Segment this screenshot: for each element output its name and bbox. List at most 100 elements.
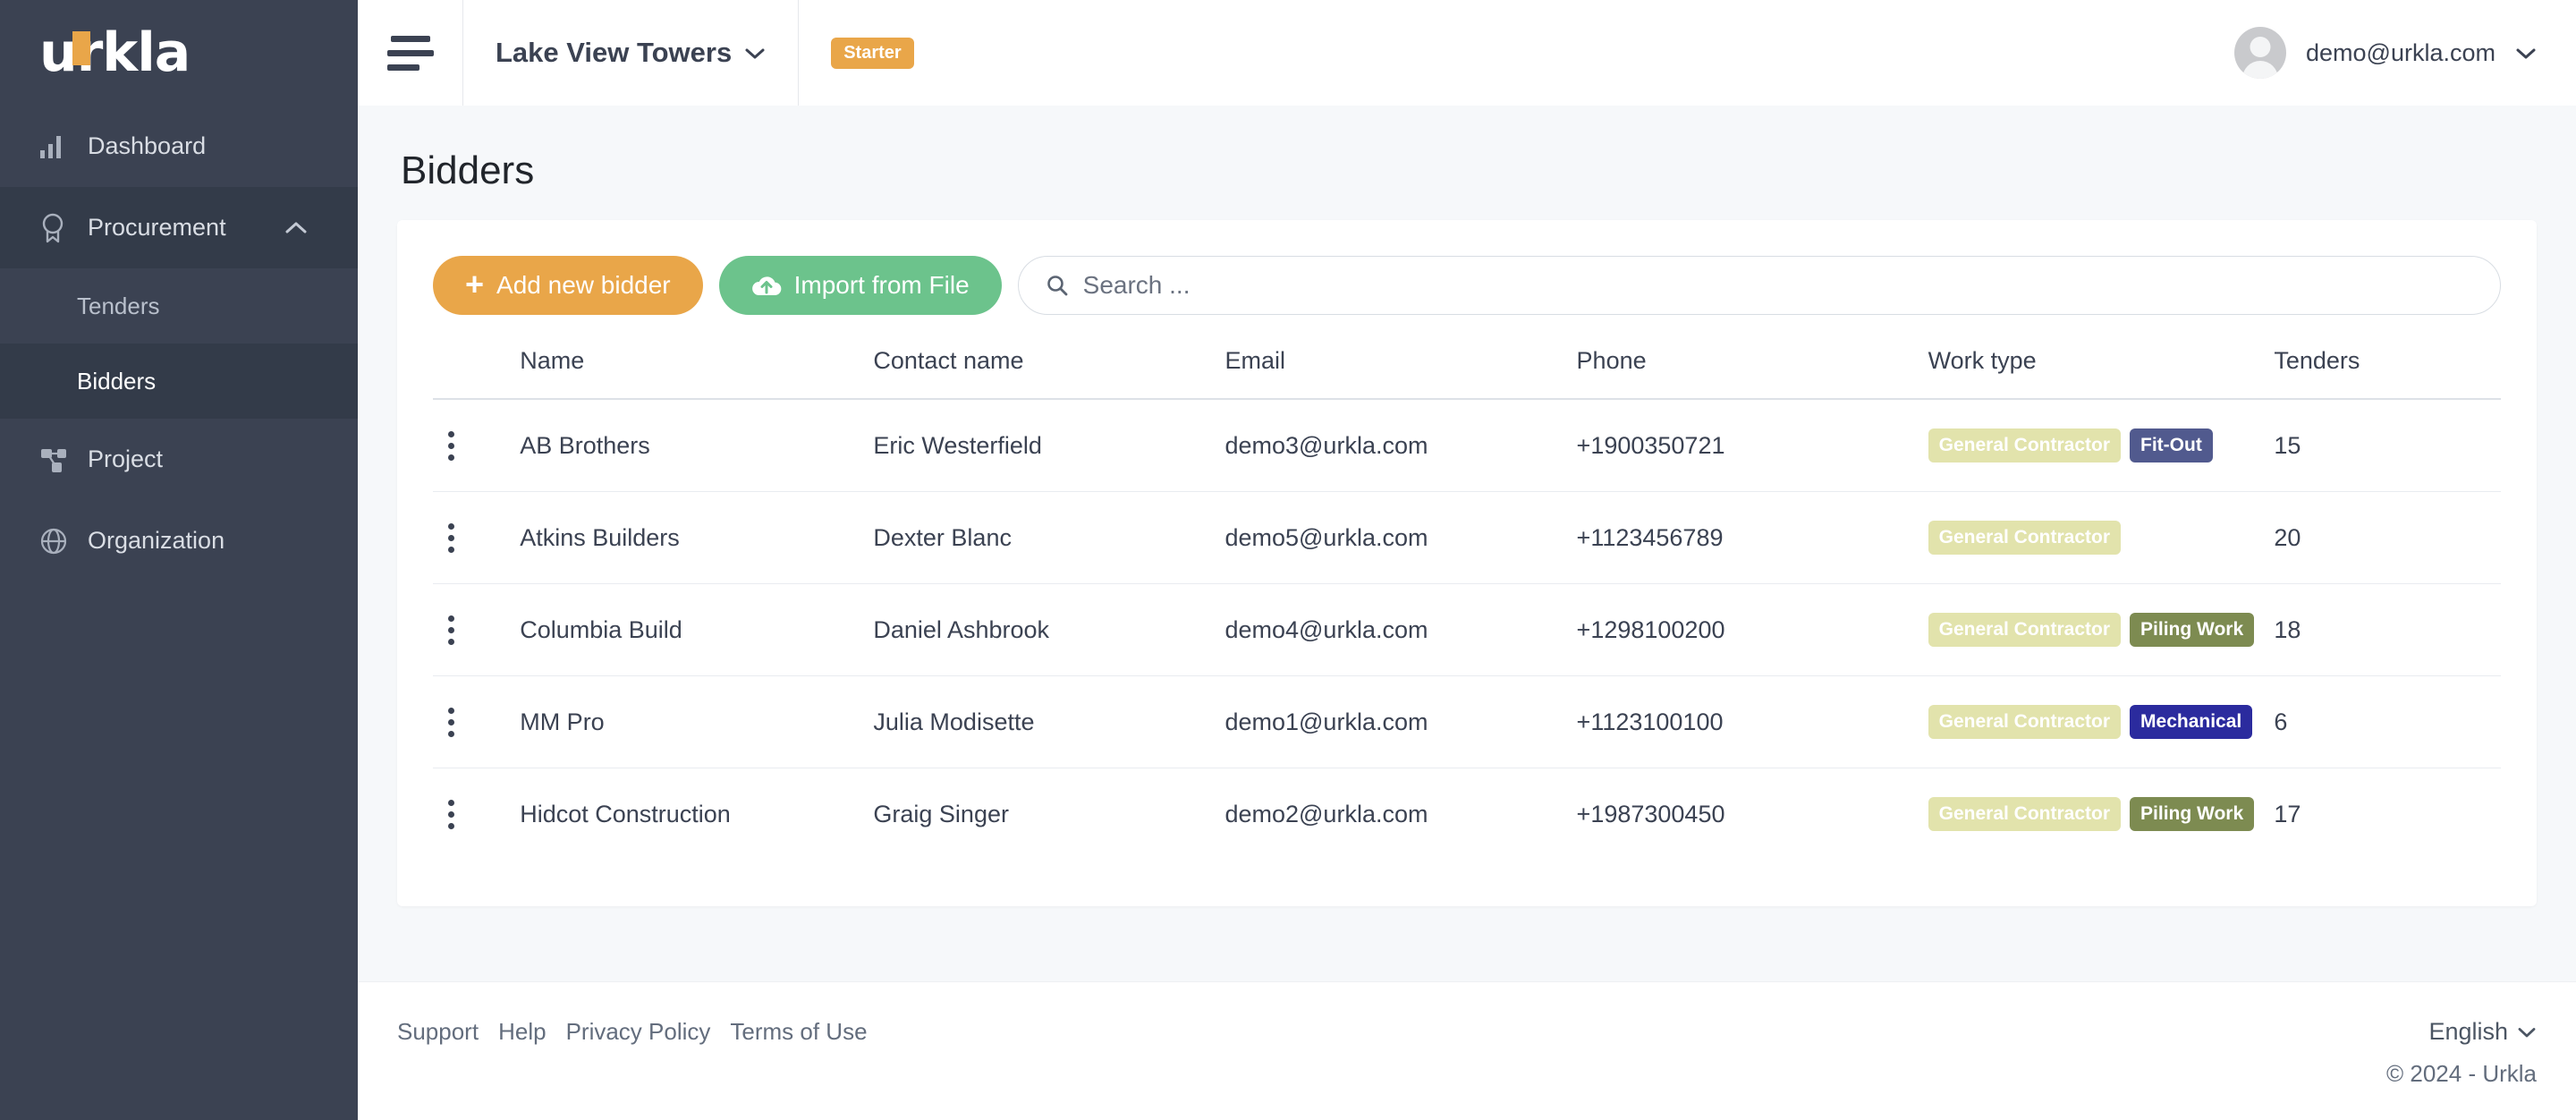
topbar: Lake View Towers Starter demo@urkla.com <box>358 0 2576 106</box>
work-type-tag-list: General Contractor Piling Work <box>1928 613 2275 647</box>
row-phone-cell: +1298100200 <box>1576 583 1928 676</box>
brand-logo-accent-icon <box>72 31 90 65</box>
add-new-bidder-button[interactable]: + Add new bidder <box>433 256 703 315</box>
sitemap-icon <box>39 446 77 473</box>
row-phone-cell: +1900350721 <box>1576 399 1928 492</box>
work-type-tag: Mechanical <box>2130 705 2253 739</box>
import-from-file-button[interactable]: Import from File <box>718 256 1002 315</box>
add-new-bidder-label: Add new bidder <box>496 271 671 299</box>
row-tenders-cell: 18 <box>2274 583 2501 676</box>
table-header-row: Name Contact name Email Phone Work type … <box>433 347 2501 400</box>
work-type-tag: General Contractor <box>1928 428 2122 462</box>
work-type-tag: Piling Work <box>2130 613 2255 647</box>
row-actions-cell <box>433 399 521 492</box>
work-type-tag: General Contractor <box>1928 613 2122 647</box>
footer-right: English © 2024 - Urkla <box>2386 1018 2537 1088</box>
hamburger-icon[interactable] <box>358 0 463 106</box>
work-type-tag: General Contractor <box>1928 521 2122 555</box>
sidebar-item-bidders[interactable]: Bidders <box>0 344 358 419</box>
row-actions-cell <box>433 491 521 584</box>
footer-link[interactable]: Help <box>498 1018 546 1046</box>
brand-logo-text: urkla <box>39 21 191 84</box>
sidebar-subitem-label: Tenders <box>77 292 160 319</box>
kebab-menu-icon[interactable] <box>433 522 469 553</box>
language-selector[interactable]: English <box>2428 1018 2537 1046</box>
user-menu[interactable]: demo@urkla.com <box>2234 0 2537 106</box>
sidebar-item-project[interactable]: Project <box>0 419 358 500</box>
row-work-type-cell: General Contractor Mechanical <box>1928 675 2275 768</box>
sidebar-item-label: Procurement <box>88 214 226 241</box>
work-type-tag-list: General Contractor Piling Work <box>1928 797 2275 831</box>
table-row[interactable]: Atkins Builders Dexter Blanc demo5@urkla.c… <box>433 491 2501 584</box>
project-selector[interactable]: Lake View Towers <box>463 0 800 106</box>
row-tenders-cell: 15 <box>2274 399 2501 492</box>
avatar <box>2234 27 2287 79</box>
chevron-down-icon <box>2515 47 2537 60</box>
language-label: English <box>2428 1018 2508 1045</box>
plus-icon: + <box>465 265 485 302</box>
row-contact-name-cell: Dexter Blanc <box>873 491 1225 584</box>
bar-chart-icon <box>39 134 77 159</box>
row-name-cell: Atkins Builders <box>520 491 874 584</box>
work-type-tag: General Contractor <box>1928 797 2122 831</box>
sidebar-item-tenders[interactable]: Tenders <box>0 268 358 344</box>
sidebar-subitem-label: Bidders <box>77 367 157 395</box>
bidders-table: Name Contact name Email Phone Work type … <box>433 347 2501 860</box>
row-tenders-cell: 6 <box>2274 675 2501 768</box>
award-ribbon-icon <box>39 213 77 243</box>
work-type-tag: Piling Work <box>2130 797 2255 831</box>
toolbar: + Add new bidder Import from File <box>433 256 2501 315</box>
row-phone-cell: +1987300450 <box>1576 800 1725 827</box>
row-email-cell: demo4@urkla.com <box>1224 583 1577 676</box>
sidebar-item-procurement[interactable]: Procurement <box>0 187 358 268</box>
sidebar-item-label: Dashboard <box>88 132 207 159</box>
table-row[interactable]: MM Pro Julia Modisette demo1@urkla.com +112… <box>433 675 2501 768</box>
table-row[interactable]: Hidcot Construction Graig Singer demo2@urk… <box>433 768 2501 861</box>
sidebar-item-label: Organization <box>88 527 225 554</box>
cloud-upload-icon <box>751 274 782 297</box>
main-area: Lake View Towers Starter demo@urkla.com <box>358 0 2576 1120</box>
row-name-cell: AB Brothers <box>520 399 874 492</box>
search-icon <box>1046 274 1069 297</box>
chevron-down-icon <box>744 47 766 60</box>
row-tenders-cell: 17 <box>2274 800 2301 827</box>
sidebar-item-label: Project <box>88 445 164 472</box>
kebab-menu-icon[interactable] <box>433 799 469 829</box>
row-work-type-cell: General Contractor <box>1928 491 2275 584</box>
footer-link[interactable]: Terms of Use <box>730 1018 867 1046</box>
footer-links: Support Help Privacy Policy Terms of Use <box>397 1018 868 1046</box>
kebab-menu-icon[interactable] <box>433 707 469 737</box>
kebab-menu-icon[interactable] <box>433 430 469 461</box>
search-box[interactable] <box>1017 256 2501 315</box>
row-email-cell: demo1@urkla.com <box>1224 675 1577 768</box>
table-row[interactable]: Columbia Build Daniel Ashbrook demo4@urkla… <box>433 583 2501 676</box>
project-name-label: Lake View Towers <box>496 37 733 68</box>
row-name-cell: Columbia Build <box>520 583 874 676</box>
sidebar-item-dashboard[interactable]: Dashboard <box>0 106 358 187</box>
column-header-email: Email <box>1224 347 1577 400</box>
footer-link[interactable]: Support <box>397 1018 479 1046</box>
kebab-menu-icon[interactable] <box>433 615 469 645</box>
brand-logo[interactable]: urkla <box>0 0 358 106</box>
footer-link[interactable]: Privacy Policy <box>566 1018 711 1046</box>
row-name-cell: MM Pro <box>520 675 874 768</box>
column-header-tenders: Tenders <box>2274 347 2501 400</box>
row-name-cell: Hidcot Construction <box>520 800 731 827</box>
row-contact-name-cell: Julia Modisette <box>873 675 1225 768</box>
column-header-contact-name: Contact name <box>873 347 1225 400</box>
chevron-up-icon <box>284 221 308 235</box>
page-content: Bidders + Add new bidder Import from Fil… <box>358 106 2576 981</box>
sidebar: urkla Dashboard Procurement Tenders Bidd… <box>0 0 358 1120</box>
sidebar-item-organization[interactable]: Organization <box>0 500 358 581</box>
work-type-tag-list: General Contractor Fit-Out <box>1928 428 2275 462</box>
work-type-tag-list: General Contractor <box>1928 521 2275 555</box>
table-row[interactable]: AB Brothers Eric Westerfield demo3@urkla.c… <box>433 399 2501 492</box>
bidders-card: + Add new bidder Import from File Search… <box>397 220 2537 906</box>
row-contact-name-cell: Eric Westerfield <box>873 399 1225 492</box>
column-header-name: Name <box>520 347 874 400</box>
search-input[interactable] <box>1082 271 2473 300</box>
globe-icon <box>39 527 77 556</box>
row-phone-cell: +1123100100 <box>1576 675 1928 768</box>
app-root: urkla Dashboard Procurement Tenders Bidd… <box>0 0 2576 1120</box>
user-email-label: demo@urkla.com <box>2306 38 2496 66</box>
